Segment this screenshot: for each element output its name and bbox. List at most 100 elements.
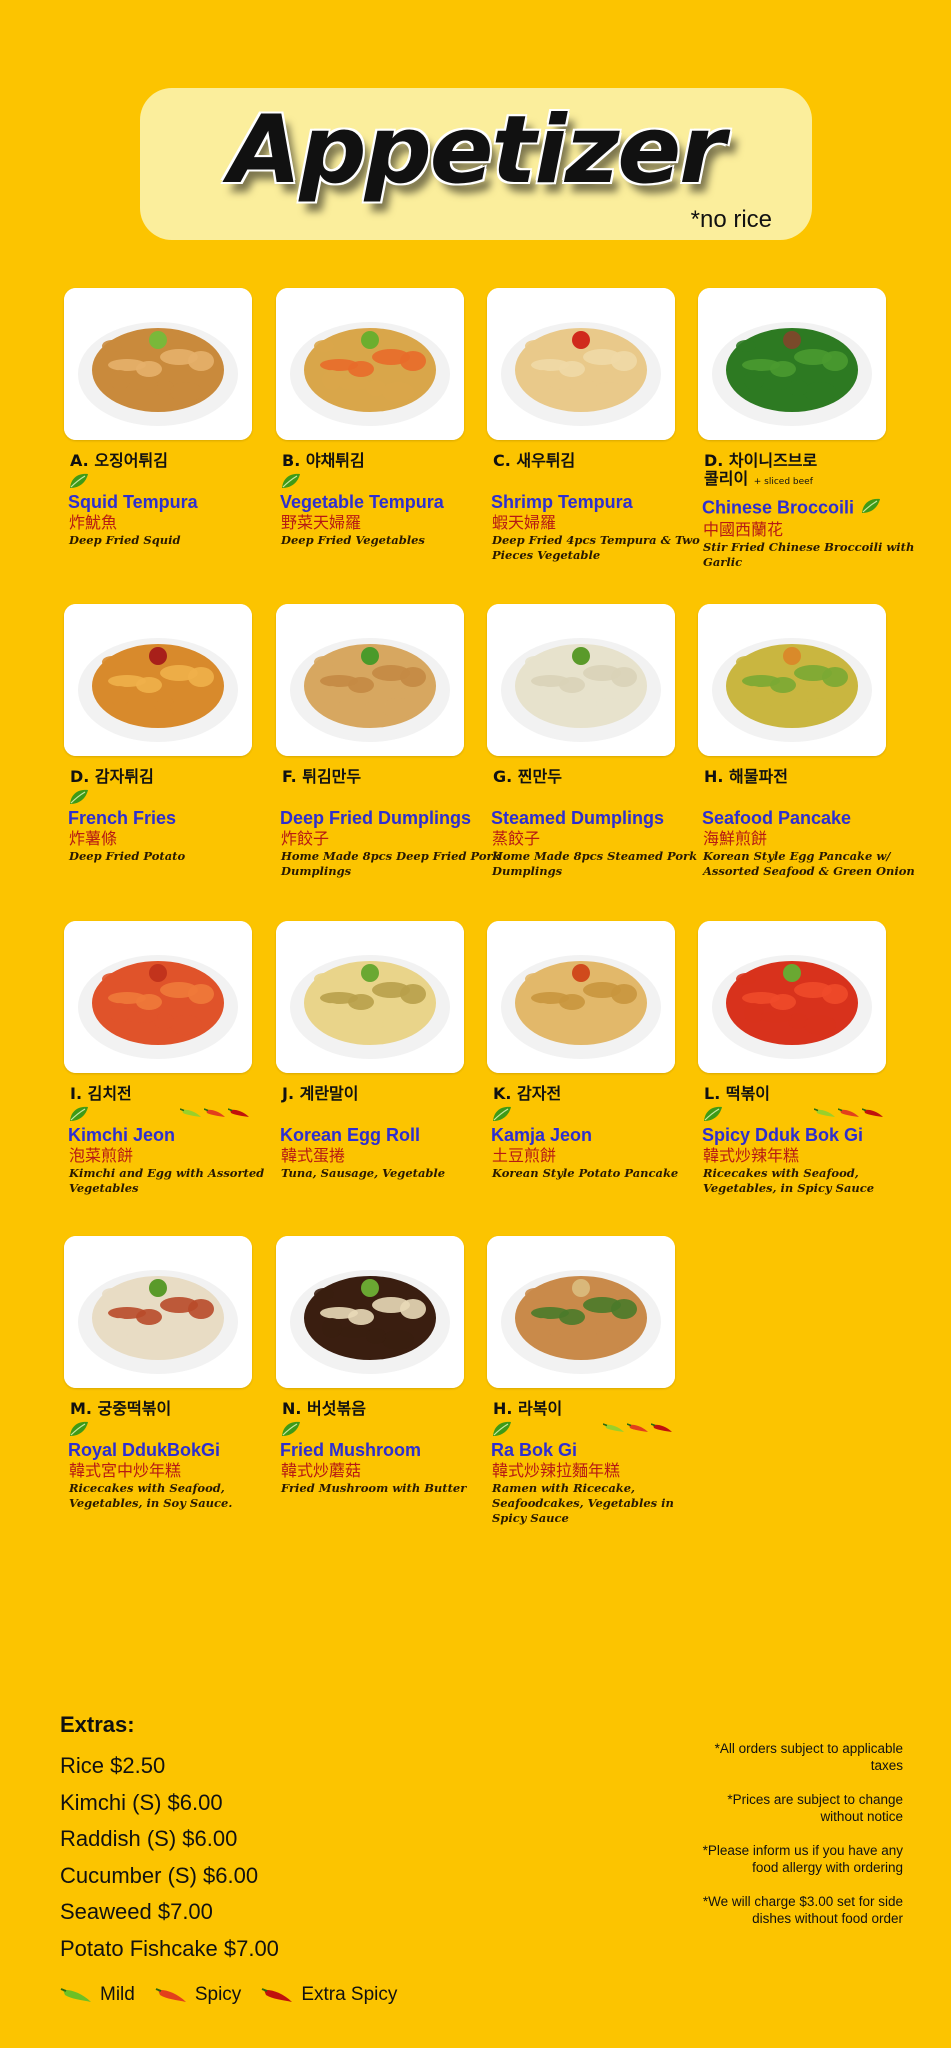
item-chinese-name: 炸餃子 (281, 829, 330, 848)
spice-marks (702, 1103, 903, 1125)
mild-leaf (860, 497, 882, 520)
mild-leaf-icon (493, 1421, 511, 1436)
note-allergy: *Please inform us if you have any food a… (702, 1843, 903, 1875)
pepper-icon (228, 1108, 249, 1117)
extra-item: Raddish (S) $6.00 (60, 1826, 238, 1851)
item-english-name: Seafood Pancake (702, 808, 852, 828)
mild-leaf-icon (282, 473, 300, 488)
note-side-dishes: *We will charge $3.00 set for side dishe… (702, 1894, 903, 1926)
item-english-name: French Fries (68, 808, 177, 828)
spice-marks (280, 1418, 481, 1440)
item-korean-name: D. 차이니즈브로 (704, 451, 818, 470)
note-taxes: *All orders subject to applicable taxes (714, 1741, 903, 1773)
item-chinese-name: 韓式炒蘑菇 (281, 1461, 362, 1480)
item-english-name: Steamed Dumplings (491, 808, 665, 828)
dish-photo (487, 921, 675, 1073)
mild-leaf (280, 472, 300, 490)
item-korean-name: H. 해물파전 (704, 767, 788, 786)
item-chinese-name: 中國西蘭花 (703, 520, 784, 539)
mild-leaf (491, 1420, 511, 1438)
dish-photo-frame (276, 288, 464, 440)
item-chinese-name: 海鮮煎餅 (703, 829, 768, 848)
item-description: Korean Style Egg Pancake w/ Assorted Sea… (703, 849, 915, 878)
item-description: Korean Style Potato Pancake (492, 1166, 679, 1180)
mild-leaf-icon (493, 1106, 511, 1121)
mild-leaf-icon (70, 789, 88, 804)
item-english-name: Kimchi Jeon (68, 1125, 176, 1145)
spice-marks (280, 786, 481, 808)
item-description: Deep Fried Potato (69, 849, 186, 863)
menu-item: M. 궁중떡볶이 Royal DdukBokGi 韓式宮中炒年糕 Ricecakes … (64, 1236, 269, 1511)
spicy-peppers (603, 1422, 673, 1434)
item-chinese-name: 蝦天婦羅 (492, 513, 557, 532)
mild-leaf (280, 1420, 300, 1438)
item-korean-name: N. 버섯볶음 (282, 1399, 366, 1418)
item-korean-name: L. 떡볶이 (704, 1084, 771, 1103)
item-korean-name: H. 라복이 (493, 1399, 563, 1418)
item-description: Home Made 8pcs Deep Fried Pork Dumplings (281, 849, 501, 878)
spice-marks (491, 1418, 692, 1440)
dish-photo (64, 288, 252, 440)
pepper-icon (814, 1108, 835, 1117)
item-korean-name: M. 궁중떡볶이 (70, 1399, 172, 1418)
mild-leaf-icon (70, 1106, 88, 1121)
item-chinese-name: 泡菜煎餅 (69, 1146, 134, 1165)
menu-item: C. 새우튀김 Shrimp Tempura 蝦天婦羅 Deep Fried 4pcs… (487, 288, 700, 563)
menu-item: A. 오징어튀김 Squid Tempura 炸魷魚 Deep Fried Squid (64, 288, 269, 548)
item-chinese-name: 土豆煎餅 (492, 1146, 557, 1165)
pepper-icon (180, 1108, 201, 1117)
mild-leaf (68, 1420, 88, 1438)
dish-photo-frame (698, 288, 886, 440)
item-english-name: Squid Tempura (68, 492, 198, 512)
item-english-name: Ra Bok Gi (491, 1440, 578, 1460)
item-chinese-name: 韓式宮中炒年糕 (69, 1461, 182, 1480)
menu-item: G. 찐만두 Steamed Dumplings 蒸餃子 Home Made 8pcs… (487, 604, 697, 879)
item-korean-name-cont: 콜리이 + sliced beef (704, 469, 813, 488)
item-description: Deep Fried Squid (69, 533, 181, 547)
note-prices: *Prices are subject to change without no… (727, 1792, 903, 1824)
mild-leaf (702, 1105, 722, 1123)
dish-photo (276, 921, 464, 1073)
dish-photo (64, 921, 252, 1073)
item-chinese-name: 野菜天婦羅 (281, 513, 362, 532)
dish-photo (64, 1236, 252, 1388)
extra-item: Kimchi (S) $6.00 (60, 1789, 223, 1815)
dish-photo (276, 604, 464, 756)
spice-marks (280, 470, 481, 492)
item-korean-name: K. 감자전 (493, 1084, 562, 1103)
item-description: Kimchi and Egg with Assorted Vegetables (69, 1166, 265, 1195)
dish-photo-frame (64, 604, 252, 756)
item-description: Deep Fried 4pcs Tempura & Two Pieces Veg… (492, 533, 700, 562)
extra-item: Rice $2.50 (60, 1753, 166, 1778)
item-korean-name: F. 튀김만두 (282, 767, 362, 786)
menu-item: I. 김치전 Kimchi Jeon 泡菜煎餅 Kimchi and Egg with… (64, 921, 269, 1196)
mild-leaf (68, 1105, 88, 1123)
mild-leaf-icon (70, 473, 88, 488)
mild-leaf (68, 472, 88, 490)
dish-photo-frame (276, 1236, 464, 1388)
dish-photo-frame (487, 1236, 675, 1388)
spice-marks (491, 786, 692, 808)
item-korean-name: I. 김치전 (70, 1084, 132, 1103)
menu-item: D. 차이니즈브로 콜리이 + sliced beef Chinese Brocco… (698, 288, 914, 570)
dish-photo-frame (276, 604, 464, 756)
item-english-name: Shrimp Tempura (491, 492, 633, 512)
menu-item: H. 해물파전 Seafood Pancake 海鮮煎餅 Korean Style E… (698, 604, 915, 879)
spice-legend: Mild Spicy Extra Spicy (60, 1984, 411, 2006)
item-chinese-name: 韓式蛋捲 (281, 1146, 346, 1165)
spicy-pepper-icon (155, 1988, 186, 2002)
header-banner: Appetizer *no rice (140, 88, 812, 240)
item-korean-name: C. 새우튀김 (493, 451, 576, 470)
dish-photo-frame (276, 921, 464, 1073)
item-chinese-name: 炸薯條 (69, 829, 118, 848)
dish-photo-frame (698, 604, 886, 756)
legend-spicy-label: Spicy (194, 1984, 242, 2005)
item-chinese-name: 韓式炒辣拉麵年糕 (492, 1461, 621, 1480)
item-description: Stir Fried Chinese Broccoili with Garlic (703, 540, 915, 569)
item-english-name: Fried Mushroom (280, 1440, 422, 1460)
spice-marks (68, 1418, 269, 1440)
item-chinese-name: 蒸餃子 (492, 829, 541, 848)
extra-item: Cucumber (S) $6.00 (60, 1862, 259, 1888)
pepper-icon (651, 1423, 672, 1432)
item-korean-name: D. 감자튀김 (70, 767, 154, 786)
